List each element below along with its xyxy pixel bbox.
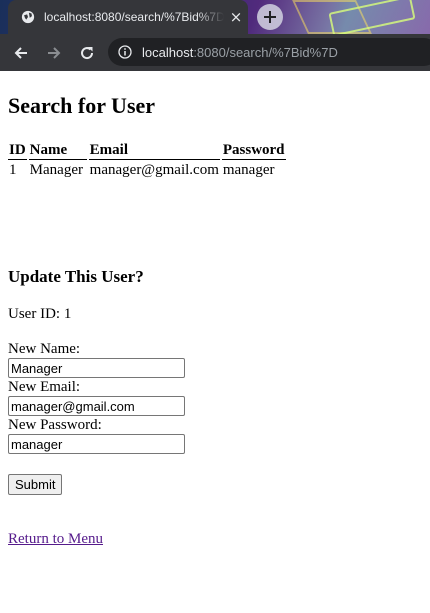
cell-email: manager@gmail.com: [89, 162, 219, 178]
column-header-name: Name: [28, 142, 87, 160]
tab-title: localhost:8080/search/%7Bid%7D: [44, 10, 224, 24]
password-field[interactable]: [8, 434, 185, 454]
info-icon[interactable]: [118, 45, 132, 59]
page-title: Search for User: [8, 93, 156, 118]
email-label: New Email:: [8, 379, 81, 395]
submit-button[interactable]: Submit: [8, 474, 63, 495]
browser-toolbar: localhost:8080/search/%7Bid%7D: [0, 34, 430, 71]
reload-button[interactable]: [76, 42, 98, 64]
globe-icon: [21, 10, 35, 24]
forward-button[interactable]: [43, 42, 65, 64]
return-to-menu-link[interactable]: Return to Menu: [8, 531, 103, 548]
name-label: New Name:: [8, 341, 81, 357]
browser-chrome: localhost:8080/search/%7Bid%7D × localho…: [0, 0, 430, 71]
update-heading: Update This User?: [8, 267, 144, 286]
user-id-text: User ID: 1: [8, 306, 72, 322]
user-table: ID Name Email Password 1 Manager manager…: [6, 140, 288, 181]
new-tab-button[interactable]: [257, 4, 283, 30]
cell-name: Manager: [29, 162, 83, 178]
cell-id: 1: [9, 162, 17, 178]
plus-icon: [264, 11, 276, 23]
cell-password: manager: [222, 162, 275, 178]
column-header-email: Email: [88, 142, 220, 160]
back-button[interactable]: [10, 42, 32, 64]
address-bar[interactable]: localhost:8080/search/%7Bid%7D: [108, 38, 430, 66]
update-form: New Name: New Email: New Password:: [8, 340, 185, 454]
password-label: New Password:: [8, 417, 102, 433]
column-header-password: Password: [221, 142, 286, 160]
url-text: localhost:8080/search/%7Bid%7D: [142, 45, 338, 60]
email-field[interactable]: [8, 396, 185, 416]
arrow-left-icon: [14, 47, 27, 59]
name-field[interactable]: [8, 358, 185, 378]
table-row: 1 Manager manager@gmail.com manager: [8, 162, 286, 179]
url-path: :8080/search/%7Bid%7D: [193, 44, 338, 60]
arrow-right-icon: [48, 47, 61, 59]
column-header-id: ID: [8, 142, 27, 160]
reload-icon: [81, 47, 94, 60]
close-icon[interactable]: ×: [228, 8, 244, 26]
browser-tab[interactable]: localhost:8080/search/%7Bid%7D ×: [8, 0, 248, 34]
table-header-row: ID Name Email Password: [8, 142, 286, 160]
url-host: localhost: [142, 44, 194, 60]
